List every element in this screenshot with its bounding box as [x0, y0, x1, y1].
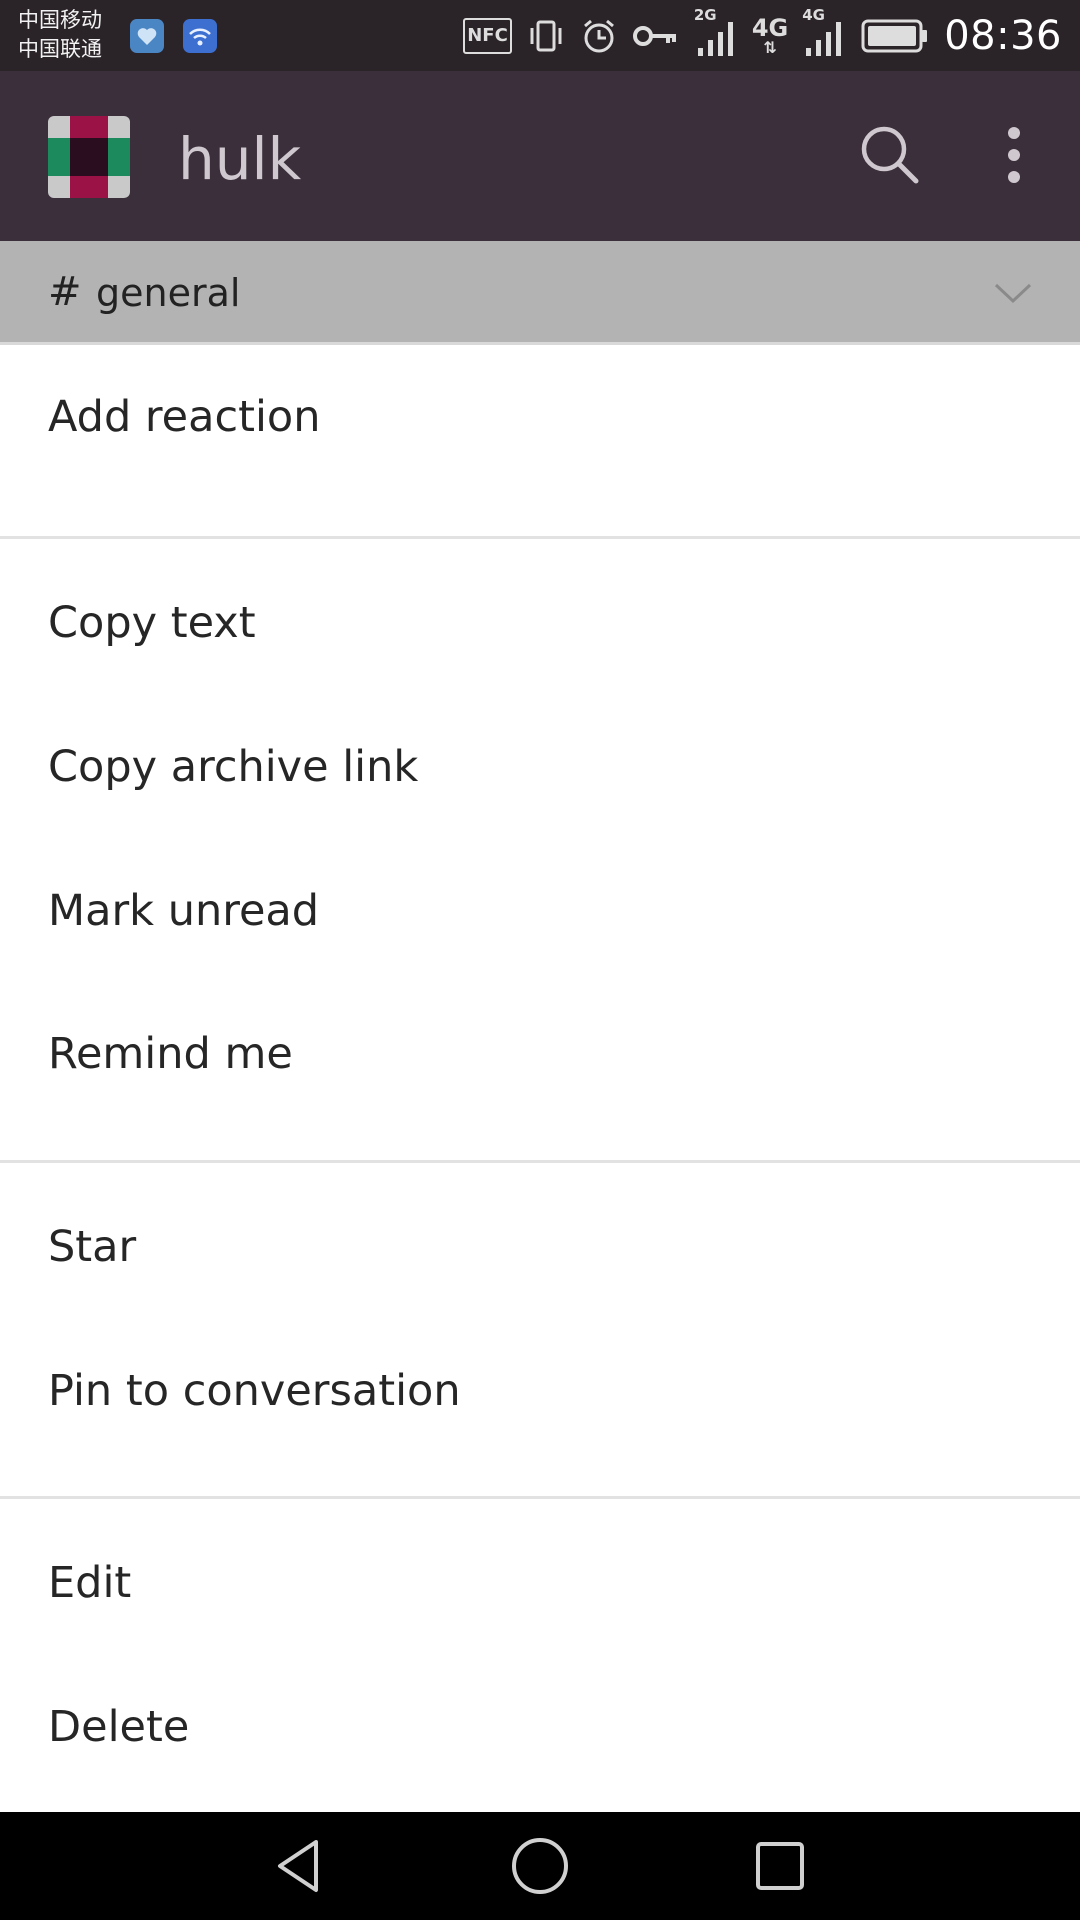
menu-item-remind-me[interactable]: Remind me [0, 982, 1080, 1126]
channel-header[interactable]: # general [0, 241, 1080, 345]
menu-item-edit[interactable]: Edit [0, 1511, 1080, 1655]
menu-item-label: Copy archive link [48, 742, 419, 792]
carrier-2: 中国联通 [18, 37, 102, 61]
data-4g-icon: 4G ⇅ [751, 14, 789, 57]
net-2g-label: 2G [693, 6, 717, 24]
back-icon [278, 1840, 318, 1892]
signal-4g-icon: 4G [802, 6, 846, 58]
app-bar: hulk [0, 71, 1080, 241]
status-icons: NFC 2G 4G ⇅ 4G 08:36 [449, 6, 1062, 62]
recents-icon [756, 1842, 804, 1890]
divider [0, 536, 1080, 539]
heart-app-icon [130, 19, 164, 53]
back-button[interactable] [268, 1834, 332, 1898]
menu-item-add-reaction[interactable]: Add reaction [0, 345, 1080, 489]
status-bar: 中国移动 中国联通 NFC 2G 4G ⇅ 4G 08:36 [0, 0, 1080, 71]
alarm-icon [580, 17, 618, 55]
nfc-label: NFC [463, 18, 512, 54]
menu-item-label: Edit [48, 1558, 132, 1608]
chevron-down-icon[interactable] [990, 273, 1036, 313]
home-icon [512, 1838, 568, 1894]
recents-button[interactable] [748, 1834, 812, 1898]
menu-item-label: Add reaction [48, 392, 321, 442]
menu-item-delete[interactable]: Delete [0, 1655, 1080, 1799]
menu-item-mark-unread[interactable]: Mark unread [0, 839, 1080, 983]
menu-item-copy-text[interactable]: Copy text [0, 551, 1080, 695]
search-icon [861, 126, 919, 184]
channel-hash-icon: # [48, 269, 82, 315]
menu-item-pin-to-conversation[interactable]: Pin to conversation [0, 1319, 1080, 1463]
team-logo[interactable] [48, 116, 130, 198]
menu-item-star[interactable]: Star [0, 1175, 1080, 1319]
nfc-icon: NFC [463, 18, 512, 54]
divider [0, 1496, 1080, 1499]
clock: 08:36 [944, 13, 1062, 59]
signal-2g-icon: 2G [694, 6, 738, 58]
menu-item-label: Copy text [48, 598, 256, 648]
menu-item-label: Mark unread [48, 886, 320, 936]
menu-item-copy-archive-link[interactable]: Copy archive link [0, 695, 1080, 839]
key-icon [632, 21, 680, 51]
menu-item-label: Remind me [48, 1029, 293, 1079]
menu-item-label: Star [48, 1222, 137, 1272]
wifi-app-icon [183, 19, 217, 53]
carrier-labels: 中国移动 中国联通 [18, 6, 102, 64]
home-button[interactable] [508, 1834, 572, 1898]
search-button[interactable] [858, 123, 922, 187]
net-4g-label-2: 4G [802, 6, 825, 24]
menu-item-label: Delete [48, 1702, 190, 1752]
vibrate-icon [526, 16, 566, 56]
menu-item-label: Pin to conversation [48, 1366, 461, 1416]
team-name[interactable]: hulk [178, 123, 301, 195]
divider [0, 1160, 1080, 1163]
battery-icon [860, 18, 930, 54]
channel-name: general [96, 271, 241, 315]
net-4g-label: 4G [751, 14, 789, 42]
more-vert-icon [1008, 127, 1020, 183]
carrier-1: 中国移动 [18, 8, 102, 32]
navigation-bar [0, 1812, 1080, 1920]
more-options-button[interactable] [990, 123, 1038, 187]
